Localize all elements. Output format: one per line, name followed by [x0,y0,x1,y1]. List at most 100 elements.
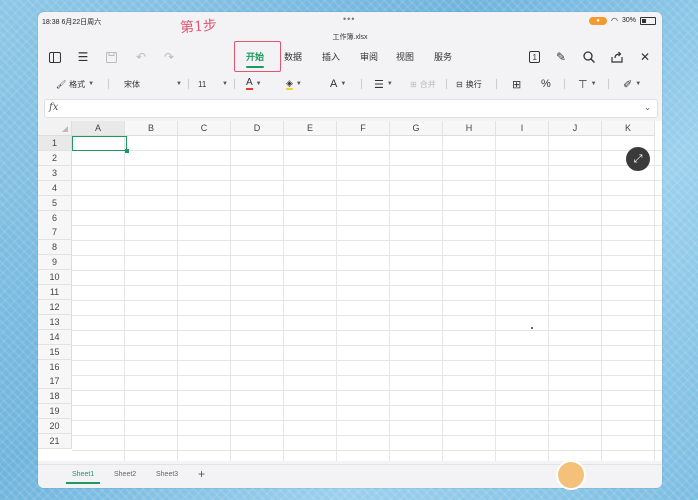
row-header-19[interactable]: 19 [38,404,72,420]
menu-icon[interactable]: ☰ [76,50,90,64]
align-left-icon: ☰ [374,78,384,91]
chevron-down-icon: ▼ [340,81,347,87]
formula-bar[interactable]: fx ⌄ [44,99,658,118]
redo-icon[interactable]: ↷ [162,50,176,64]
chevron-down-icon[interactable]: ⌄ [644,103,651,112]
align-button[interactable]: ☰ ▼ [374,76,393,92]
row-header-7[interactable]: 7 [38,225,72,241]
merge-button[interactable]: ⊞ 合并 [410,76,436,92]
column-header-d[interactable]: D [231,121,284,136]
column-header-f[interactable]: F [337,121,390,136]
row-header-6[interactable]: 6 [38,210,72,226]
svg-text:1: 1 [532,53,537,62]
add-sheet-icon[interactable]: + [198,467,205,481]
row-header-10[interactable]: 10 [38,270,72,286]
tab-services[interactable]: 服务 [434,48,452,66]
row-header-17[interactable]: 17 [38,374,72,390]
font-style-button[interactable]: A ▼ [330,76,346,92]
tab-data[interactable]: 数据 [284,48,302,66]
fx-label: fx [49,102,59,113]
font-color-button[interactable]: A ▼ [246,76,262,92]
cell-grid[interactable] [72,136,662,461]
watermark-logo [556,460,586,490]
multitask-dots-icon[interactable]: ••• [343,14,355,24]
column-header-g[interactable]: G [390,121,443,136]
fill-bucket-icon: ◈ [286,78,293,90]
active-cell[interactable] [72,136,129,153]
wrap-button[interactable]: ⊟ 换行 [456,76,482,92]
column-header-c[interactable]: C [178,121,231,136]
column-header-h[interactable]: H [443,121,496,136]
border-icon: ⊤ [578,78,588,91]
percent-icon: % [541,78,551,90]
status-bar: 18:38 6月22日周六 ••• ● ◠ 30% [38,12,662,30]
column-header-b[interactable]: B [125,121,178,136]
tab-insert[interactable]: 插入 [322,48,340,66]
row-header-15[interactable]: 15 [38,344,72,360]
font-size-select[interactable]: 11 ▼ [198,76,228,92]
chevron-down-icon: ▼ [222,81,228,87]
chevron-down-icon: ▼ [386,81,393,87]
row-header-18[interactable]: 18 [38,389,72,405]
fill-color-button[interactable]: ◈ ▼ [286,76,302,92]
fullscreen-expand-icon[interactable]: ⤢ [626,147,650,171]
row-header-5[interactable]: 5 [38,195,72,211]
pen-icon[interactable]: ✎ [554,50,568,64]
column-header-i[interactable]: I [496,121,549,136]
stray-dot [531,327,533,329]
sidebar-toggle-icon[interactable] [48,50,62,64]
row-header-2[interactable]: 2 [38,150,72,166]
row-header-1[interactable]: 1 [38,136,72,151]
column-header-j[interactable]: J [549,121,602,136]
chevron-down-icon: ▼ [255,81,262,87]
save-icon[interactable] [104,50,118,64]
row-header-16[interactable]: 16 [38,359,72,375]
eraser-icon: ✐ [623,78,633,91]
border-button[interactable]: ⊤ ▼ [578,76,597,92]
row-header-4[interactable]: 4 [38,180,72,196]
chevron-down-icon: ▼ [295,81,302,87]
search-icon[interactable] [582,50,596,64]
row-header-20[interactable]: 20 [38,419,72,435]
tab-review[interactable]: 审阅 [360,48,378,66]
format-painter-button[interactable]: 🖌 格式 ▼ [56,76,94,92]
row-header-9[interactable]: 9 [38,255,72,271]
column-header-a[interactable]: A [72,121,125,136]
spreadsheet-window: 18:38 6月22日周六 ••• ● ◠ 30% 工作簿.xlsx 第1步 ☰… [38,12,662,488]
close-icon[interactable]: ✕ [638,50,652,64]
font-color-icon: A [246,77,253,90]
status-time: 18:38 6月22日周六 [42,19,102,26]
chevron-down-icon: ▼ [176,81,182,87]
sheet-tab[interactable]: Sheet3 [156,471,178,478]
divider [608,79,609,89]
column-header-k[interactable]: K [602,121,655,136]
column-header-e[interactable]: E [284,121,337,136]
divider [234,79,235,89]
share-icon[interactable] [610,50,624,64]
sheet-tab[interactable]: Sheet2 [114,471,136,478]
row-header-3[interactable]: 3 [38,165,72,181]
tab-view[interactable]: 视图 [396,48,414,66]
select-all-corner[interactable] [38,121,72,136]
row-header-14[interactable]: 14 [38,329,72,345]
page-count-icon[interactable]: 1 [527,50,541,64]
main-toolbar: ☰ ↶ ↷ 开始 数据 插入 审阅 视图 服务 1 ✎ ✕ [38,42,662,72]
undo-icon[interactable]: ↶ [134,50,148,64]
clear-button[interactable]: ✐ ▼ [623,76,641,92]
row-header-8[interactable]: 8 [38,240,72,256]
percent-button[interactable]: % [541,76,551,92]
row-header-12[interactable]: 12 [38,299,72,315]
font-family-select[interactable]: 宋体 ▼ [124,76,182,92]
format-toolbar: 🖌 格式 ▼ 宋体 ▼ 11 ▼ A ▼ ◈ ▼ A ▼ ☰ ▼ ⊞ 合并 ⊟ … [38,73,662,95]
row-header-21[interactable]: 21 [38,434,72,449]
row-header-13[interactable]: 13 [38,314,72,330]
cell-format-button[interactable]: ⊞ [512,76,521,92]
divider [446,79,447,89]
row-header-11[interactable]: 11 [38,285,72,300]
divider [496,79,497,89]
spreadsheet-grid: ABCDEFGHIJK 1 2 3 4 5 6 7 8 9 10 11 12 13 14 15 16 17 18 1… [38,121,662,461]
sheet-tab[interactable]: Sheet1 [65,471,101,484]
mic-indicator-icon: ● [589,16,607,25]
paint-brush-icon: 🖌 [56,79,67,89]
document-title: 工作簿.xlsx [332,34,368,41]
